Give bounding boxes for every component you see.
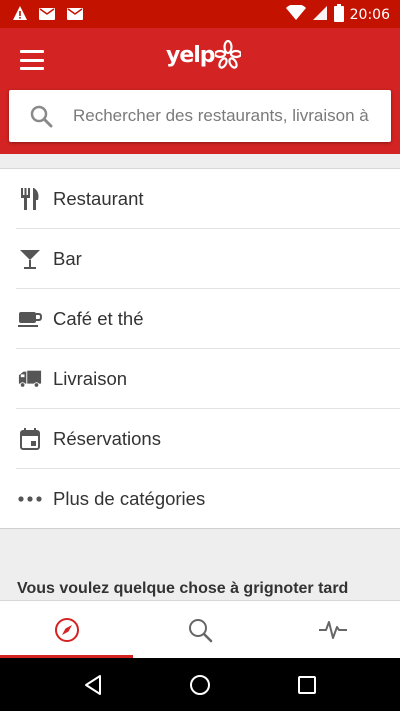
tab-nearby[interactable] <box>0 601 134 658</box>
status-time: 20:06 <box>349 7 390 23</box>
search-icon <box>188 618 213 642</box>
search-box[interactable] <box>9 90 391 142</box>
home-button[interactable] <box>180 665 220 705</box>
compass-icon <box>54 617 79 642</box>
tab-activity[interactable] <box>267 601 400 658</box>
more-dots-icon <box>18 487 42 511</box>
category-more[interactable]: Plus de catégories <box>0 469 400 529</box>
activity-icon <box>319 620 348 639</box>
category-label: Plus de catégories <box>53 488 206 509</box>
category-label: Bar <box>53 248 82 269</box>
search-icon <box>30 105 53 128</box>
category-cafe[interactable]: Café et thé <box>0 289 400 349</box>
category-label: Livraison <box>53 368 128 389</box>
battery-icon <box>333 4 344 26</box>
category-label: Café et thé <box>53 308 144 329</box>
recents-square-icon <box>297 675 316 694</box>
app-bar: yelp <box>0 28 400 154</box>
signal-icon <box>312 5 328 25</box>
wifi-icon <box>285 3 306 25</box>
bottom-tab-bar <box>0 600 400 658</box>
category-reservations[interactable]: Réservations <box>0 409 400 469</box>
delivery-truck-icon <box>18 367 42 391</box>
mail-icon <box>38 5 56 26</box>
tab-search[interactable] <box>133 601 266 658</box>
category-list: Restaurant Bar Café et thé Livraison Rés… <box>0 168 400 529</box>
menu-icon[interactable] <box>20 50 44 70</box>
cocktail-icon <box>18 247 42 271</box>
recents-button[interactable] <box>287 665 327 705</box>
back-button[interactable] <box>73 665 113 705</box>
calendar-icon <box>18 427 42 451</box>
section-title: Vous voulez quelque chose à grignoter ta… <box>17 580 349 597</box>
search-input[interactable] <box>73 106 373 126</box>
category-label: Réservations <box>53 428 161 449</box>
category-label: Restaurant <box>53 188 144 209</box>
coffee-cup-icon <box>18 307 42 331</box>
logo-text: yelp <box>166 42 216 68</box>
status-bar: 20:06 <box>0 0 400 28</box>
warning-icon <box>12 5 28 26</box>
system-nav-bar <box>0 658 400 711</box>
category-restaurant[interactable]: Restaurant <box>0 169 400 229</box>
back-triangle-icon <box>85 674 102 695</box>
category-livraison[interactable]: Livraison <box>0 349 400 409</box>
fork-knife-icon <box>18 187 42 211</box>
yelp-burst-icon <box>214 40 241 69</box>
home-circle-icon <box>189 674 210 695</box>
yelp-logo: yelp <box>166 40 241 70</box>
category-bar[interactable]: Bar <box>0 229 400 289</box>
mail-icon <box>66 5 84 26</box>
